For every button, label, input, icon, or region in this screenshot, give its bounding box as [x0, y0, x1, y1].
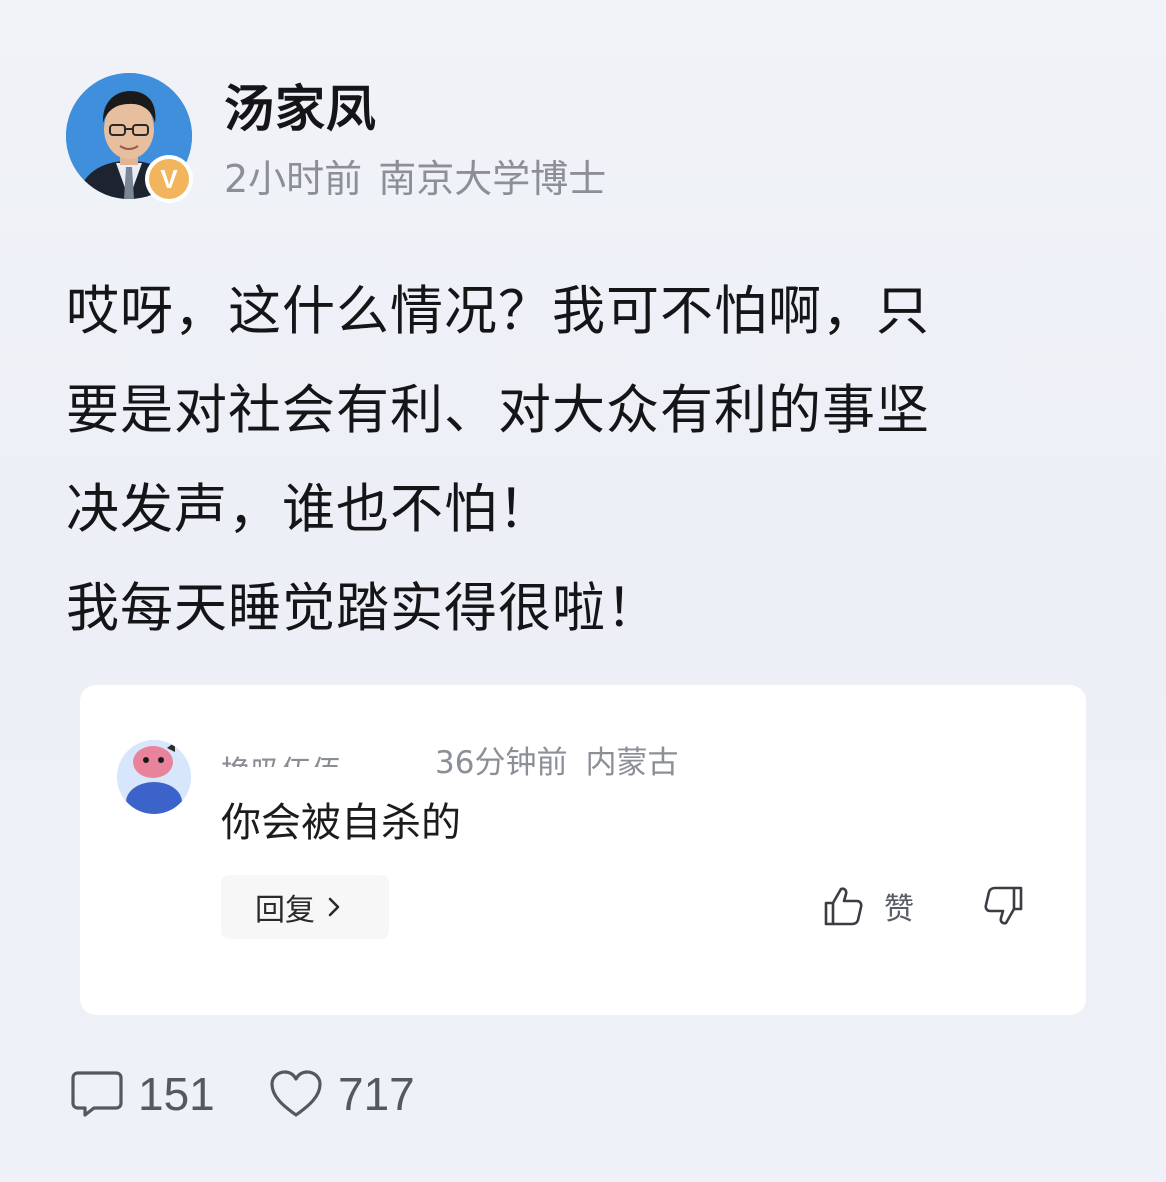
post-page: V 汤家凤 2小时前 南京大学博士 哎呀，这什么情况？我可不怕啊，只 要是对社会有…: [0, 0, 1166, 1182]
comment-bubble-icon: [71, 1071, 123, 1117]
comments-count-button[interactable]: 151: [70, 1066, 215, 1122]
commenter-avatar-image: [117, 740, 191, 814]
comment-location: 内蒙古: [585, 745, 679, 781]
post-line: 决发声，谁也不怕！: [66, 479, 552, 540]
post-body: 哎呀，这什么情况？我可不怕啊，只 要是对社会有利、对大众有利的事坚 决发声，谁也…: [66, 262, 1106, 658]
commenter-avatar[interactable]: [117, 740, 191, 814]
quoted-comment-card[interactable]: 换吸伍佰 36分钟前内蒙古 你会被自杀的 回复 赞: [80, 685, 1086, 1015]
author-title: 南京大学博士: [378, 157, 607, 201]
thumbs-down-icon: [984, 886, 1023, 925]
verified-v-icon: V: [149, 159, 189, 199]
post-time: 2小时前: [224, 157, 363, 201]
like-button[interactable]: 赞: [822, 881, 914, 931]
author-name[interactable]: 汤家凤: [224, 78, 377, 140]
post-line: 我每天睡觉踏实得很啦！: [66, 578, 660, 639]
post-line: 要是对社会有利、对大众有利的事坚: [66, 380, 930, 441]
comment-text: 你会被自杀的: [221, 800, 461, 846]
reply-label: 回复: [255, 893, 315, 928]
chevron-right-icon: [328, 897, 340, 917]
verified-badge: V: [145, 155, 193, 203]
comment-meta: 36分钟前 内蒙古: [435, 743, 678, 783]
commenter-name[interactable]: 换吸伍佰: [221, 743, 341, 767]
dislike-button[interactable]: [978, 883, 1024, 929]
heart-icon: [270, 1070, 322, 1117]
thumbs-up-icon: [824, 887, 863, 926]
comment-time: 36分钟前: [435, 745, 568, 781]
likes-count: 717: [338, 1068, 415, 1120]
like-label: 赞: [884, 892, 914, 927]
likes-count-button[interactable]: 717: [268, 1066, 415, 1122]
reply-button[interactable]: 回复: [221, 875, 389, 939]
author-meta: 2小时前 南京大学博士: [224, 154, 606, 204]
comments-count: 151: [138, 1068, 215, 1120]
post-line: 哎呀，这什么情况？我可不怕啊，只: [66, 281, 930, 342]
